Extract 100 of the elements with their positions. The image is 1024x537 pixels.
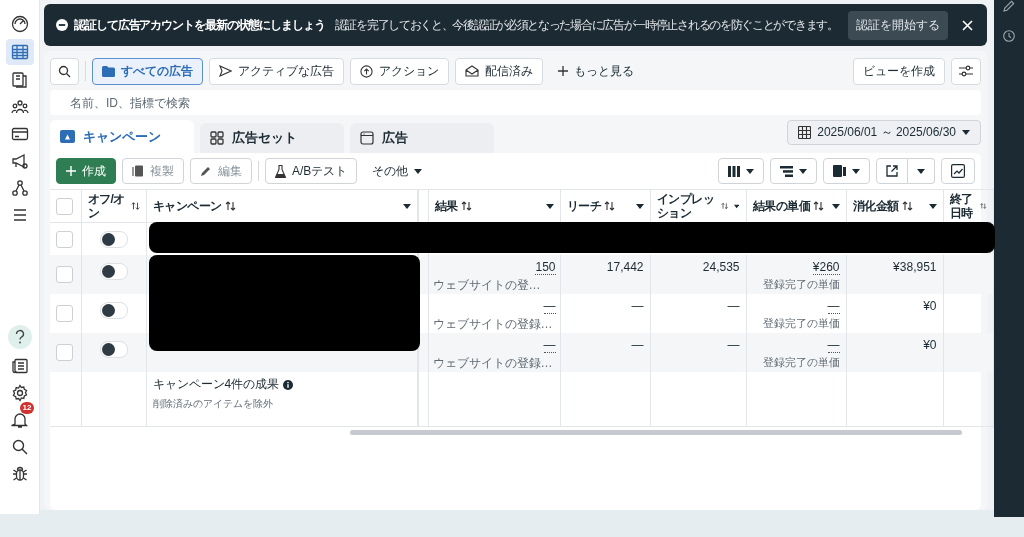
column-header[interactable]: 消化金額 <box>852 199 899 213</box>
filter-button[interactable]: アクティブな広告 <box>209 57 344 85</box>
folder-icon <box>102 65 115 77</box>
table-cell: — <box>727 338 740 352</box>
sort-icon <box>224 201 236 211</box>
table-cell-note: ウェブサイトの登録… <box>432 355 553 372</box>
row-checkbox[interactable] <box>56 344 73 361</box>
export-dropdown[interactable] <box>908 158 935 184</box>
reports-button[interactable] <box>823 158 870 184</box>
breakdown-button[interactable] <box>770 158 817 184</box>
network-icon <box>10 179 29 197</box>
documents-icon <box>833 165 846 177</box>
date-range-picker[interactable]: 2025/06/01 ～ 2025/06/30 <box>787 120 981 145</box>
tab[interactable]: 広告 <box>350 123 494 153</box>
clock-icon[interactable] <box>1003 30 1015 42</box>
table-cell: — <box>543 339 556 353</box>
banner-title: 認証して広告アカウントを最新の状態にしましょう <box>74 16 325 34</box>
table-cell: ¥0 <box>923 338 937 352</box>
grid-icon <box>210 131 224 145</box>
plus-icon <box>558 66 568 76</box>
sort-icon <box>604 201 615 211</box>
summary-note: 削除済みのアイテムを除外 <box>152 397 274 411</box>
search-button[interactable] <box>50 57 79 85</box>
row-checkbox[interactable] <box>56 305 73 322</box>
scrollbar-thumb[interactable] <box>350 430 962 435</box>
filter-button[interactable]: 配信済み <box>455 57 543 85</box>
minus-circle-icon <box>56 19 68 31</box>
more-dropdown[interactable]: その他 <box>363 158 432 184</box>
megaphone-icon <box>10 152 29 170</box>
tab[interactable]: 広告セット <box>200 123 344 153</box>
tab[interactable]: キャンペーン <box>50 120 194 153</box>
table-cell: — <box>631 299 644 313</box>
search-field[interactable]: 名前、ID、指標で検索 <box>50 90 981 115</box>
ab-test-button[interactable]: A/Bテスト <box>265 158 358 184</box>
arrow-circle-icon <box>360 64 373 78</box>
table-cell: 150 <box>535 261 556 275</box>
table-cell: — <box>631 338 644 352</box>
pencil-icon[interactable] <box>1003 0 1015 12</box>
sort-icon <box>979 201 987 211</box>
column-header[interactable]: 結果 <box>434 199 458 213</box>
bell-icon[interactable] <box>10 411 29 429</box>
toggle-switch[interactable] <box>99 341 128 358</box>
table-cell: — <box>727 299 740 313</box>
calendar-icon <box>798 126 812 139</box>
columns-button[interactable] <box>718 158 764 184</box>
plus-icon <box>66 166 76 176</box>
column-header[interactable]: キャンペーン <box>152 199 222 213</box>
caret-icon <box>928 203 937 209</box>
table-cell: — <box>543 300 556 314</box>
column-header[interactable]: リーチ <box>566 199 601 213</box>
caret-icon <box>917 168 925 174</box>
external-link-icon <box>886 165 898 177</box>
select-all-checkbox[interactable] <box>56 197 73 215</box>
table-icon <box>10 43 29 61</box>
sort-icon <box>130 201 140 211</box>
create-button[interactable]: 作成 <box>56 158 116 184</box>
sort-icon <box>813 201 824 211</box>
chart-icon <box>951 164 965 178</box>
table-cell: 17,442 <box>606 260 644 274</box>
sort-icon <box>720 201 729 211</box>
send-icon <box>219 65 232 77</box>
toggle-switch[interactable] <box>99 302 128 319</box>
settings-sliders-button[interactable] <box>951 57 981 85</box>
row-checkbox[interactable] <box>56 230 73 248</box>
toggle-switch[interactable] <box>99 263 128 280</box>
copy-icon <box>132 165 144 177</box>
caret-icon <box>635 203 644 209</box>
toggle-switch[interactable] <box>99 231 128 248</box>
folder-icon <box>60 130 75 143</box>
more-filters-button[interactable]: もっと見る <box>549 57 643 85</box>
caret-icon <box>852 168 860 174</box>
filter-button[interactable]: アクション <box>350 57 449 85</box>
table-cell: ¥38,951 <box>893 260 937 274</box>
table-cell: ¥260 <box>812 261 840 275</box>
credit-card-icon <box>10 125 29 143</box>
caret-icon <box>545 203 554 209</box>
create-view-button[interactable]: ビューを作成 <box>853 57 945 85</box>
gauge-icon <box>10 15 29 33</box>
sort-icon <box>901 201 913 211</box>
info-icon[interactable] <box>283 379 294 390</box>
sliders-icon <box>959 65 973 77</box>
table-cell-note: 登録完了の単価 <box>762 277 840 292</box>
table-cell: ¥0 <box>923 299 937 313</box>
export-button[interactable] <box>876 158 908 184</box>
table-cell-note: ウェブサイトの登録… <box>432 316 553 333</box>
summary-title: キャンペーン4件の成果 <box>152 376 280 393</box>
close-icon[interactable] <box>962 19 973 31</box>
table-cell: — <box>827 339 840 353</box>
start-verification-button[interactable]: 認証を開始する <box>848 10 948 40</box>
sort-icon <box>460 201 472 211</box>
documents-icon <box>10 71 29 89</box>
search-icon <box>58 64 71 78</box>
table-cell: 24,535 <box>702 260 740 274</box>
window-icon <box>360 131 374 145</box>
chart-button[interactable] <box>941 158 975 184</box>
filter-button[interactable]: すべての広告 <box>92 57 203 85</box>
row-checkbox[interactable] <box>56 266 73 283</box>
help-icon[interactable] <box>7 325 32 349</box>
banner-message: 認証を完了しておくと、今後認証が必須となった場合に広告が一時停止されるのを防ぐことができます。 <box>334 16 839 34</box>
caret-icon <box>799 168 807 174</box>
